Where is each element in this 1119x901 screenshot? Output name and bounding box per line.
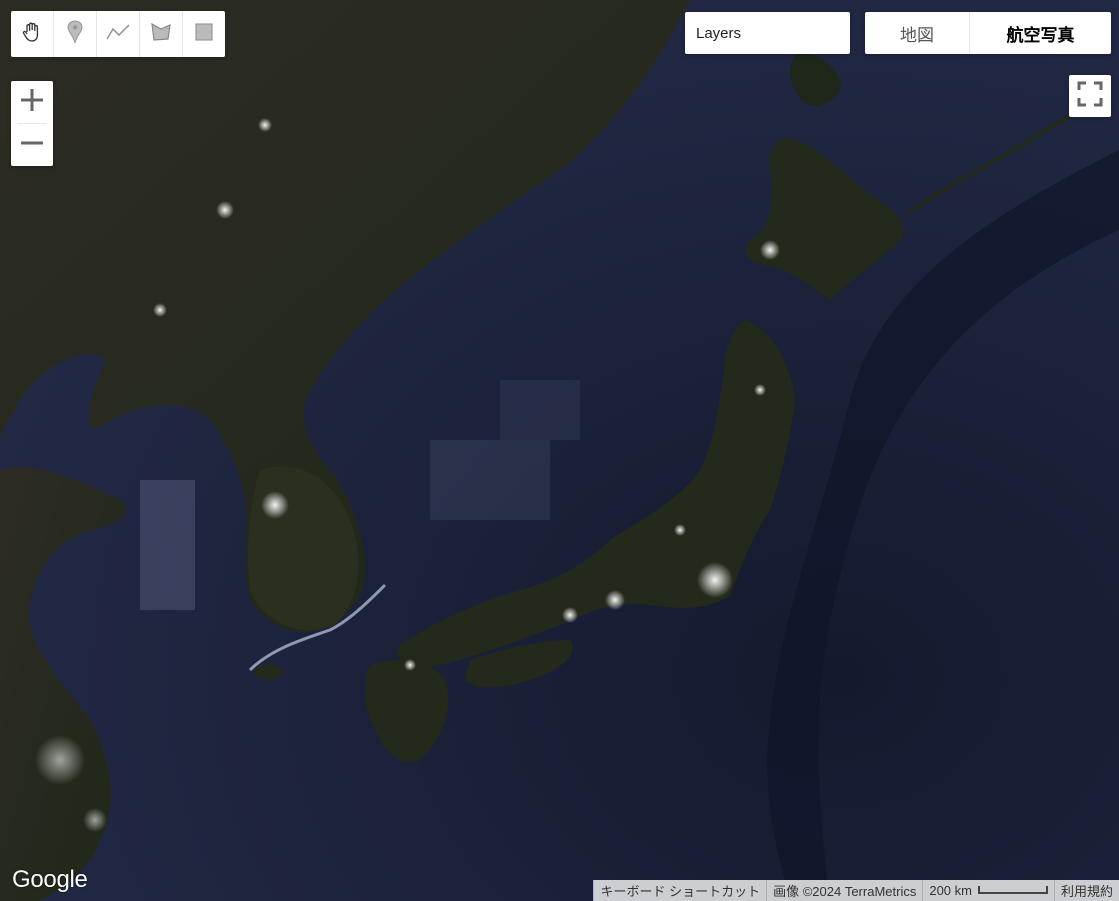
hand-icon xyxy=(20,20,44,49)
polygon-icon xyxy=(149,21,173,48)
map-view-button[interactable]: 地図 xyxy=(865,12,970,54)
rectangle-tool-button[interactable] xyxy=(183,11,225,57)
attribution-bar: キーボード ショートカット 画像 ©2024 TerraMetrics 200 … xyxy=(593,880,1119,901)
marker-icon xyxy=(64,19,86,50)
fullscreen-icon xyxy=(1076,80,1104,113)
satellite-view-label: 航空写真 xyxy=(1006,25,1075,45)
scale-bar xyxy=(977,885,1048,894)
layers-select[interactable]: Layers xyxy=(685,12,850,54)
satellite-imagery xyxy=(0,0,1119,901)
zoom-out-button[interactable] xyxy=(11,124,53,166)
polyline-icon xyxy=(105,22,131,47)
polyline-tool-button[interactable] xyxy=(97,11,140,57)
zoom-in-button[interactable] xyxy=(11,81,53,123)
terms-link[interactable]: 利用規約 xyxy=(1053,880,1119,901)
map-view-label: 地図 xyxy=(900,25,934,45)
satellite-view-button[interactable]: 航空写真 xyxy=(970,12,1111,54)
keyboard-shortcuts-link[interactable]: キーボード ショートカット xyxy=(593,880,767,901)
plus-icon xyxy=(18,86,46,119)
drawing-toolbar xyxy=(11,11,225,57)
polygon-tool-button[interactable] xyxy=(140,11,183,57)
imagery-attribution: 画像 ©2024 TerraMetrics xyxy=(766,880,923,901)
fullscreen-button[interactable] xyxy=(1069,75,1111,117)
scale-label: 200 km xyxy=(929,883,972,898)
map-type-control: 地図 航空写真 xyxy=(865,12,1111,54)
pan-tool-button[interactable] xyxy=(11,11,54,57)
scale-control[interactable]: 200 km xyxy=(922,880,1054,901)
google-logo[interactable]: Google xyxy=(12,866,88,894)
rectangle-icon xyxy=(194,22,214,47)
minus-icon xyxy=(18,129,46,162)
map-canvas[interactable] xyxy=(0,0,1119,901)
zoom-control xyxy=(11,81,53,166)
layers-label: Layers xyxy=(696,24,742,42)
marker-tool-button[interactable] xyxy=(54,11,97,57)
